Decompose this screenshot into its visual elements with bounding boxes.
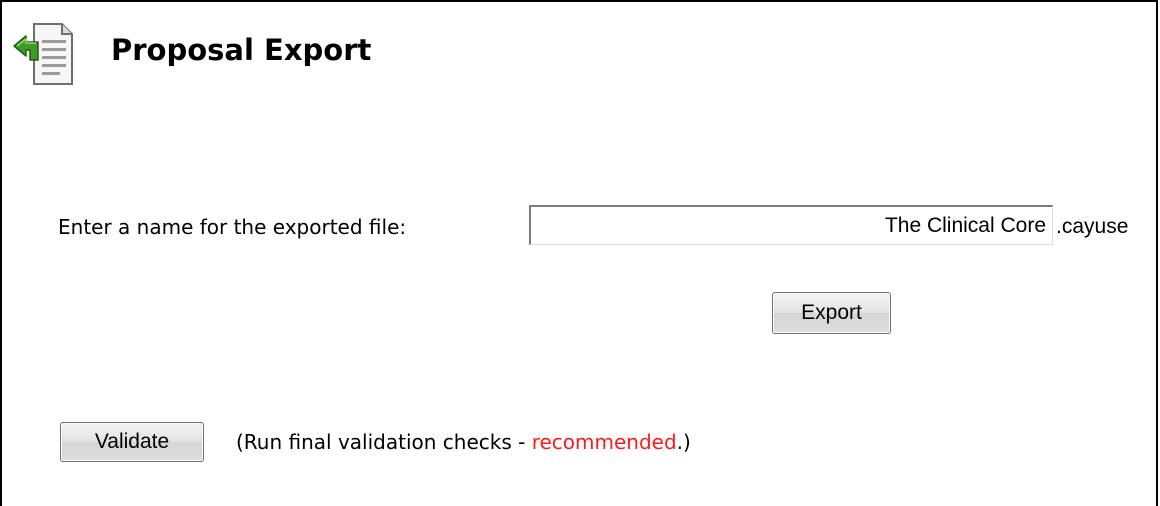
page-frame: Proposal Export Enter a name for the exp… (0, 0, 1158, 506)
validation-note-suffix: .) (676, 430, 691, 454)
page-title: Proposal Export (111, 33, 372, 67)
export-filename-input[interactable] (529, 205, 1053, 245)
file-extension: .cayuse (1056, 215, 1129, 238)
export-document-icon (12, 20, 76, 88)
filename-label: Enter a name for the exported file: (58, 215, 407, 239)
validate-button[interactable]: Validate (60, 422, 204, 462)
validation-note-prefix: (Run final validation checks - (236, 430, 532, 454)
recommended-highlight: recommended (531, 430, 677, 454)
export-button[interactable]: Export (772, 292, 891, 334)
validation-note: (Run final validation checks - recommend… (236, 430, 691, 454)
